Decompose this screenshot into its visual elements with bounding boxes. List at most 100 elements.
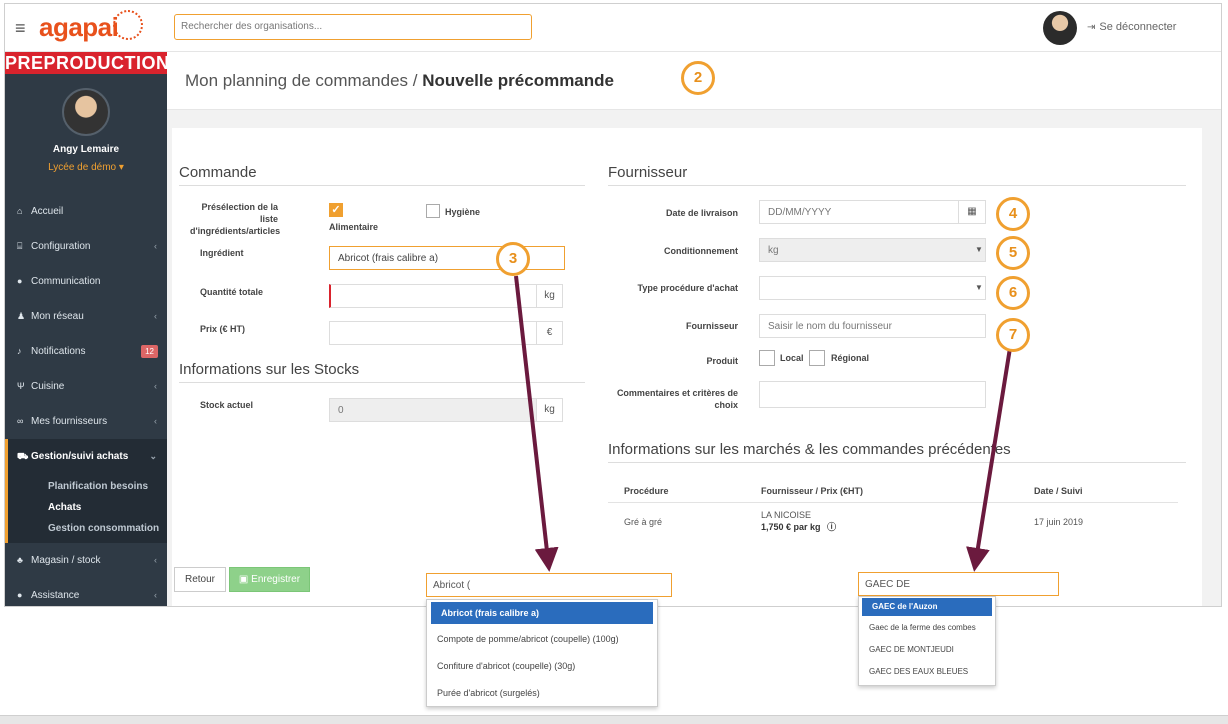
sidebar-item-configuration[interactable]: ⌸ Configuration ‹: [5, 229, 167, 264]
date-livraison-input[interactable]: DD/MM/YYYY: [759, 200, 959, 224]
regional-label: Régional: [831, 353, 870, 363]
supplier-option[interactable]: GAEC DES EAUX BLEUES: [859, 661, 995, 683]
supplier-option[interactable]: GAEC de l'Auzon: [862, 598, 992, 616]
chevron-left-icon: ‹: [154, 241, 157, 251]
ingredient-autocomplete-list: Abricot (frais calibre a) Compote de pom…: [426, 599, 658, 707]
sidebar-item-label: Cuisine: [31, 381, 65, 392]
sidebar-item-label: Mon réseau: [31, 311, 84, 322]
hamburger-icon[interactable]: ≡: [15, 18, 26, 39]
table-cell-supplier: LA NICOISE: [761, 510, 812, 520]
sidebar-submenu: Planification besoins Achats Gestion con…: [5, 474, 167, 543]
supplier-option[interactable]: GAEC DE MONTJEUDI: [859, 639, 995, 661]
table-header-procedure: Procédure: [624, 486, 669, 496]
bank-icon: ⌸: [17, 241, 23, 251]
supplier-autocomplete-input[interactable]: GAEC DE: [858, 572, 1059, 596]
sidebar-item-label: Magasin / stock: [31, 555, 101, 566]
handshake-icon: ∞: [17, 416, 24, 426]
supplier-option[interactable]: Gaec de la ferme des combes: [859, 617, 995, 639]
chevron-left-icon: ‹: [154, 381, 157, 391]
callout-6: 6: [996, 276, 1030, 310]
table-header-date-suivi: Date / Suivi: [1034, 486, 1083, 496]
regional-checkbox[interactable]: [809, 350, 825, 366]
chevron-left-icon: ‹: [154, 311, 157, 321]
prix-unit: €: [537, 321, 563, 345]
sidebar-item-mes-fournisseurs[interactable]: ∞ Mes fournisseurs ‹: [5, 404, 167, 439]
ingredient-option[interactable]: Confiture d'abricot (coupelle) (30g): [427, 653, 657, 680]
ingredient-option[interactable]: Purée d'abricot (surgelés): [427, 680, 657, 707]
table-cell-procedure: Gré à gré: [624, 517, 663, 527]
ingredient-autocomplete-input[interactable]: Abricot (: [426, 573, 672, 597]
avatar[interactable]: [1043, 11, 1077, 45]
sidebar-item-gestion-achats[interactable]: ⛟ Gestion/suivi achats ⌄: [5, 439, 167, 474]
preselection-label: Présélection de la liste d'ingrédients/a…: [190, 202, 281, 236]
fournisseur-label: Fournisseur: [685, 321, 738, 331]
logout-icon: ⇥: [1087, 22, 1096, 33]
logout-link[interactable]: ⇥ Se déconnecter: [1087, 21, 1176, 33]
sidebar-item-notifications[interactable]: ♪ Notifications 12: [5, 334, 167, 369]
sidebar-subitem-achats[interactable]: Achats: [8, 497, 167, 518]
procedure-label: Type procédure d'achat: [637, 283, 739, 293]
chevron-left-icon: ‹: [154, 590, 157, 600]
sidebar-item-assistance[interactable]: ● Assistance ‹: [5, 578, 167, 606]
sidebar-item-magasin-stock[interactable]: ♣ Magasin / stock ‹: [5, 543, 167, 578]
save-button[interactable]: ▣ Enregistrer: [229, 567, 310, 592]
quantite-input[interactable]: [329, 284, 537, 308]
help-icon: ●: [17, 590, 23, 600]
ingredient-label: Ingrédient: [200, 248, 244, 258]
local-label: Local: [780, 353, 804, 363]
commande-section-title: Commande: [179, 164, 585, 186]
sidebar-avatar: [62, 88, 110, 136]
alimentaire-checkbox[interactable]: ✓: [329, 203, 343, 217]
quantite-label: Quantité totale: [200, 287, 264, 297]
local-checkbox[interactable]: [759, 350, 775, 366]
table-cell-price: 1,750 € par kg ⓘ: [761, 522, 836, 533]
notification-count-badge: 12: [141, 345, 158, 358]
sidebar-item-label: Accueil: [31, 206, 64, 217]
sidebar-item-label: Configuration: [31, 241, 91, 252]
chevron-left-icon: ‹: [154, 555, 157, 565]
chevron-down-icon: ⌄: [149, 451, 157, 461]
hygiene-checkbox[interactable]: [426, 204, 440, 218]
select-caret-icon: ▼: [975, 245, 983, 254]
logout-label: Se déconnecter: [1099, 21, 1177, 33]
conditionnement-select[interactable]: kg: [759, 238, 986, 262]
bell-icon: ♪: [17, 346, 22, 356]
commentaires-textarea[interactable]: [759, 381, 986, 408]
price-value: 1,750 € par kg: [761, 522, 821, 532]
produit-label: Produit: [706, 356, 739, 366]
app-logo[interactable]: agapai: [39, 12, 119, 43]
environment-banner: PREPRODUCTION: [5, 52, 170, 74]
ingredient-option[interactable]: Compote de pomme/abricot (coupelle) (100…: [427, 626, 657, 653]
sidebar-subitem-planification[interactable]: Planification besoins: [8, 476, 167, 497]
calendar-icon[interactable]: ▦: [959, 200, 986, 224]
prix-input[interactable]: [329, 321, 537, 345]
sidebar-item-mon-reseau[interactable]: ♟ Mon réseau ‹: [5, 299, 167, 334]
sidebar-subitem-gestion-consommation[interactable]: Gestion consommation: [8, 518, 167, 539]
procedure-select[interactable]: [759, 276, 986, 300]
breadcrumb-parent: Mon planning de commandes /: [185, 71, 423, 90]
back-button[interactable]: Retour: [174, 567, 226, 592]
organization-search-input[interactable]: Rechercher des organisations...: [174, 14, 532, 40]
cubes-icon: ♣: [17, 555, 23, 565]
fournisseur-input[interactable]: Saisir le nom du fournisseur: [759, 314, 986, 338]
top-bar: ≡ agapai Rechercher des organisations...…: [5, 4, 1221, 52]
info-icon[interactable]: ⓘ: [827, 522, 836, 532]
sidebar: PREPRODUCTION Angy Lemaire Lycée de démo…: [5, 52, 170, 606]
callout-4: 4: [996, 197, 1030, 231]
save-button-label: Enregistrer: [251, 574, 301, 585]
sidebar-item-cuisine[interactable]: Ψ Cuisine ‹: [5, 369, 167, 404]
sidebar-menu: ⌂ Accueil ⌸ Configuration ‹ ● Communication …: [5, 194, 167, 606]
stock-unit: kg: [537, 398, 563, 422]
sidebar-item-label: Assistance: [31, 590, 80, 601]
ingredient-option[interactable]: Abricot (frais calibre a): [431, 602, 653, 624]
comments-icon: ●: [17, 276, 23, 286]
sidebar-item-accueil[interactable]: ⌂ Accueil: [5, 194, 167, 229]
logo-orb-icon: [113, 10, 143, 40]
bottom-taskbar: [0, 715, 1228, 724]
sidebar-item-communication[interactable]: ● Communication: [5, 264, 167, 299]
sidebar-item-label: Communication: [31, 276, 101, 287]
callout-7: 7: [996, 318, 1030, 352]
sidebar-item-label: Gestion/suivi achats: [31, 451, 129, 462]
fournisseur-section-title: Fournisseur: [608, 164, 1186, 186]
organization-dropdown[interactable]: Lycée de démo ▾: [5, 162, 167, 173]
